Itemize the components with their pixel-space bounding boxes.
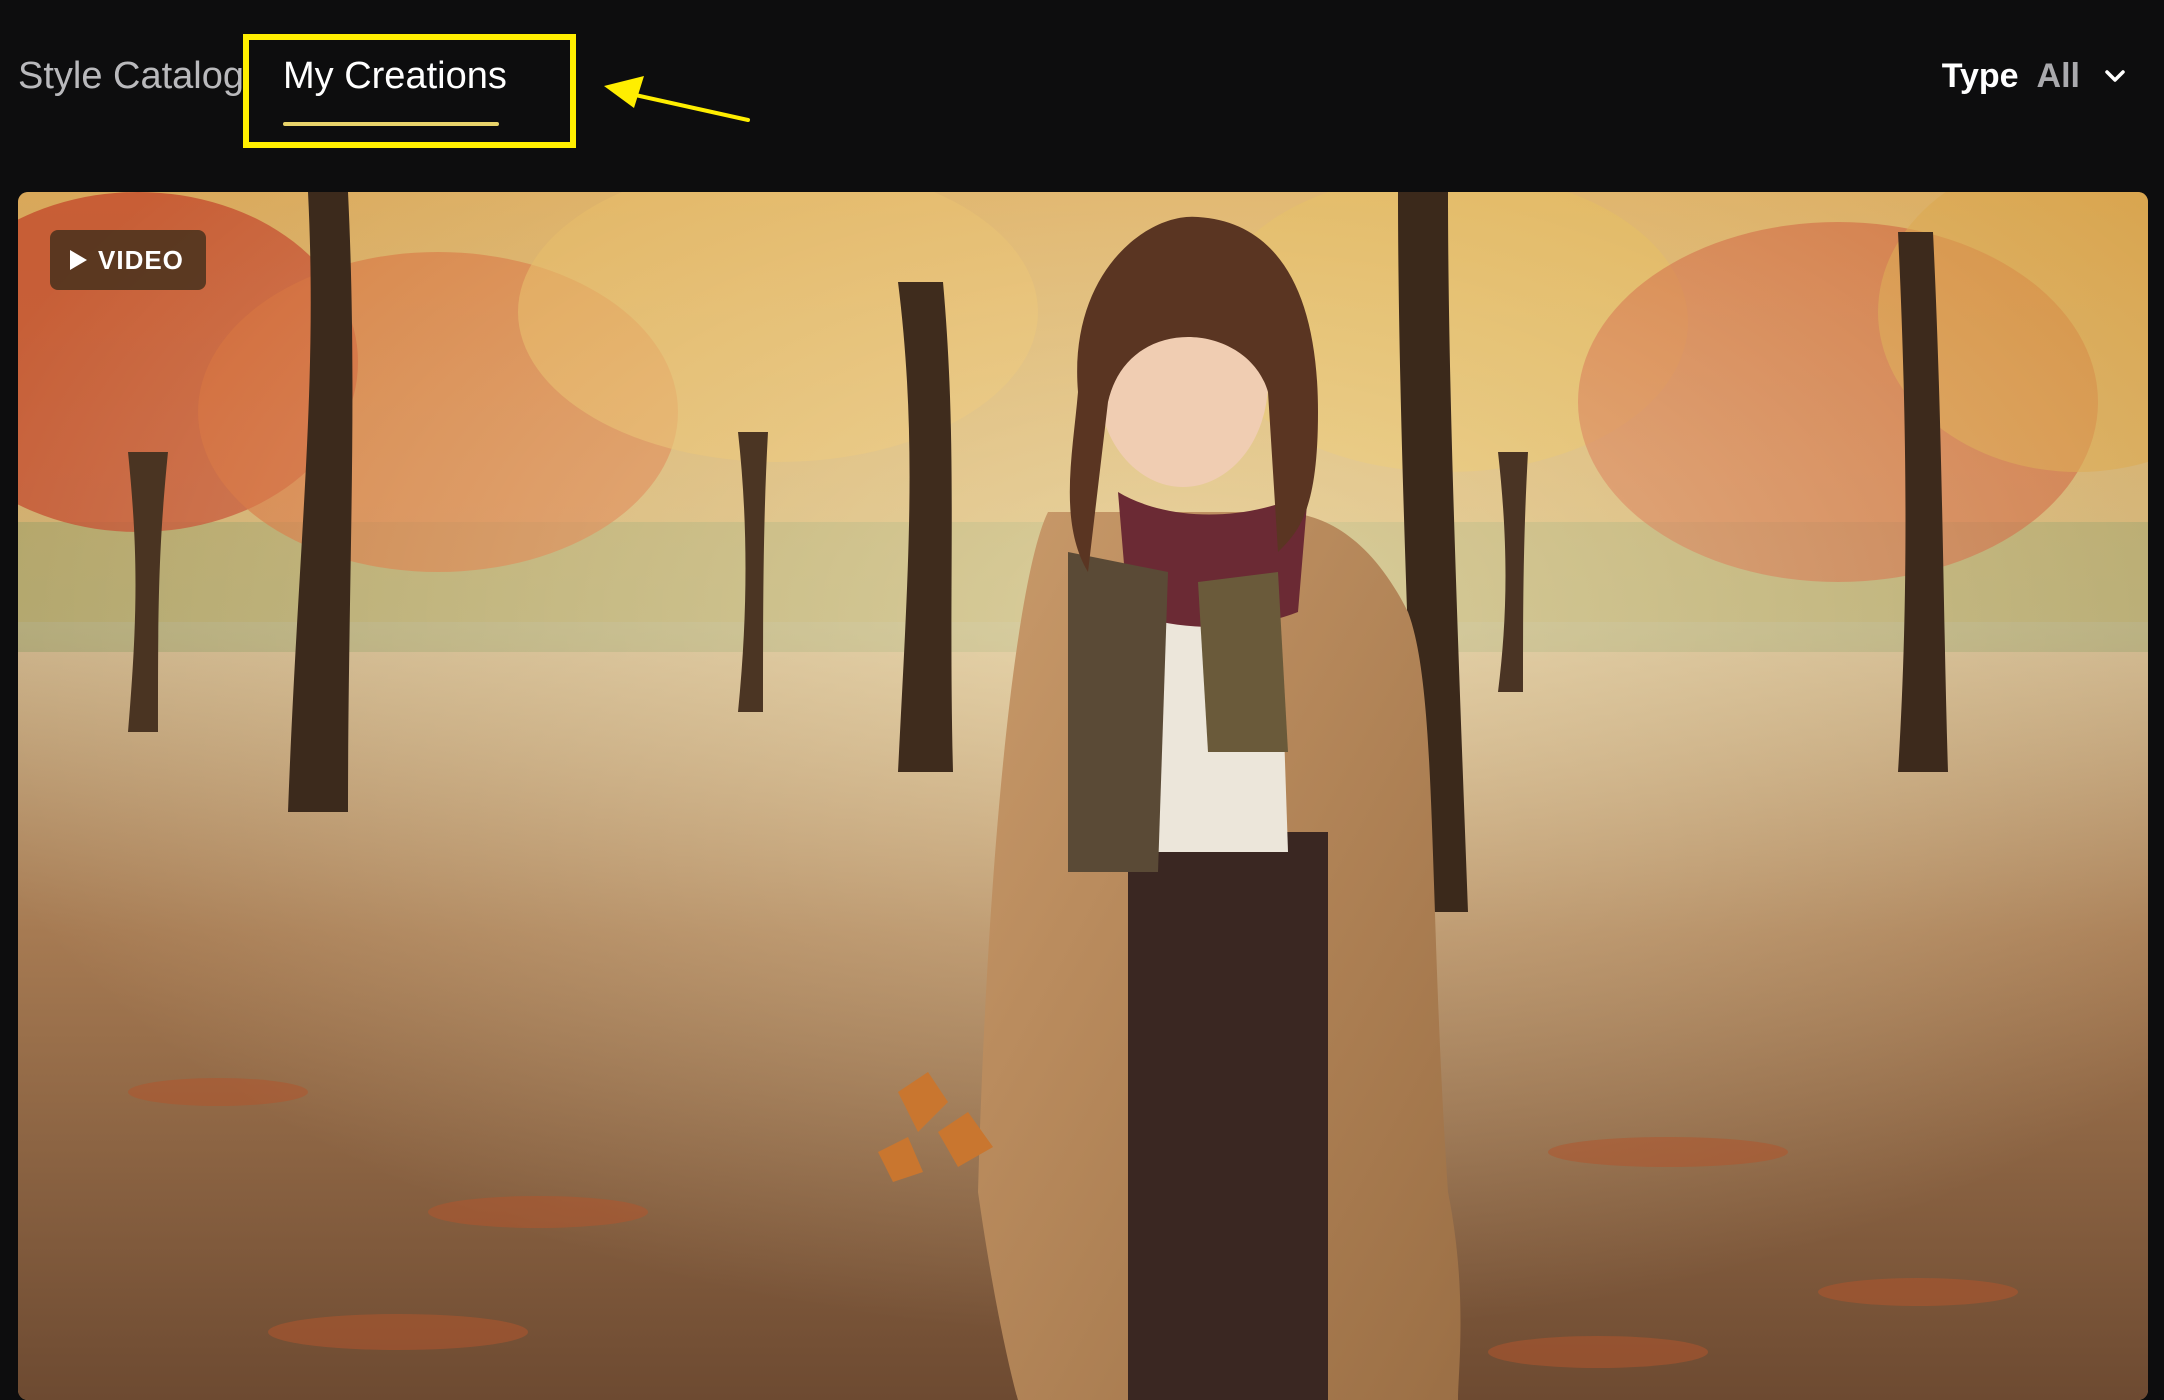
chevron-down-icon — [2105, 70, 2125, 82]
annotation-highlight-box — [243, 34, 576, 148]
creation-thumbnail — [18, 192, 2148, 1400]
arrow-icon — [604, 76, 750, 122]
app: Style Catalog My Creations Type All VIDE… — [0, 0, 2164, 1400]
creation-card[interactable]: VIDEO — [18, 192, 2148, 1400]
tab-style-catalog[interactable]: Style Catalog — [18, 52, 244, 100]
play-icon — [70, 250, 87, 270]
type-filter-dropdown[interactable]: Type All — [1942, 52, 2132, 100]
media-type-badge: VIDEO — [50, 230, 206, 290]
header: Style Catalog My Creations Type All — [0, 0, 2164, 190]
type-filter-value: All — [2036, 56, 2080, 95]
media-type-label: VIDEO — [98, 244, 184, 275]
type-filter-label: Type — [1941, 56, 2019, 95]
